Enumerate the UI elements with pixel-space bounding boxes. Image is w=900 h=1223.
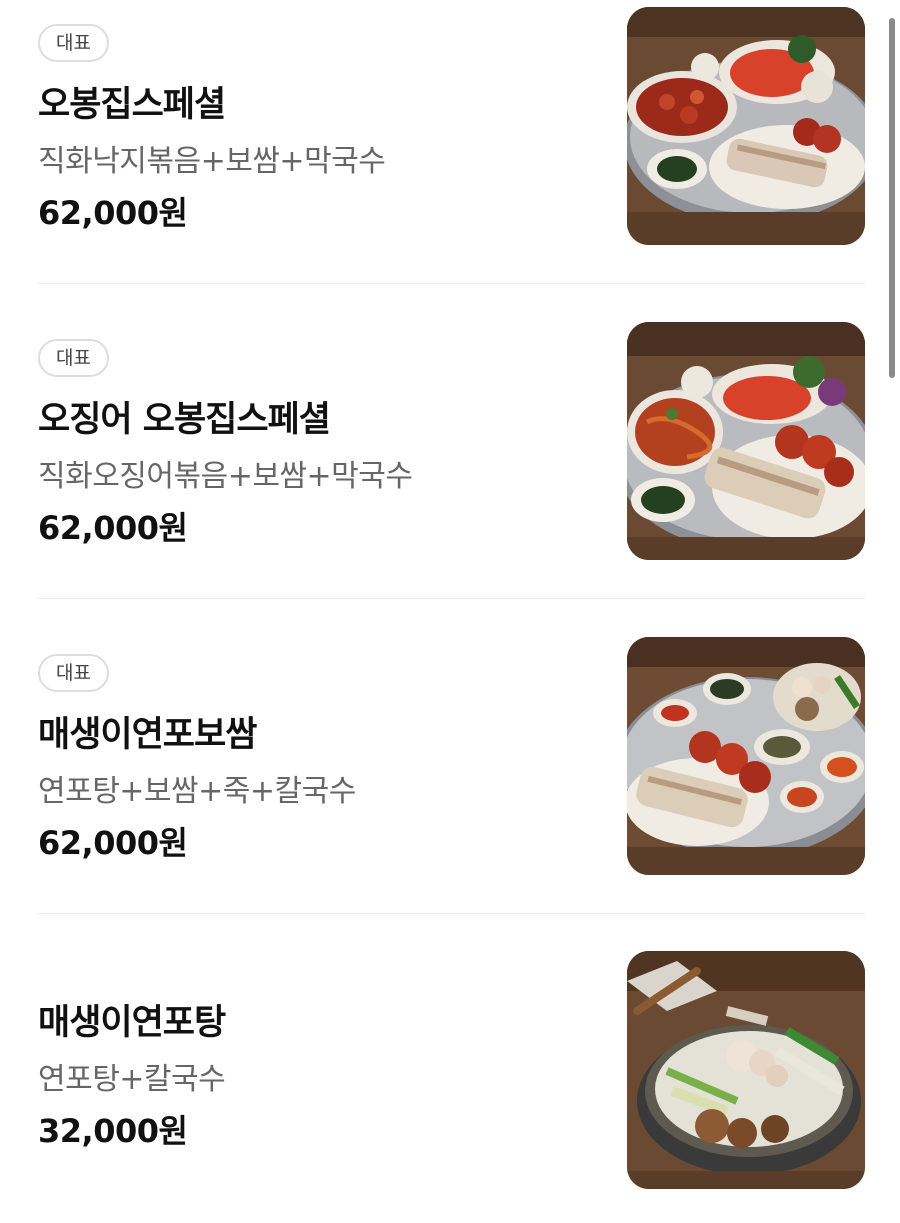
menu-item[interactable]: 대표 오봉집스페셜 직화낙지볶음+보쌈+막국수 62,000원 bbox=[0, 0, 900, 283]
menu-item[interactable]: 대표 오징어 오봉집스페셜 직화오징어볶음+보쌈+막국수 62,000원 bbox=[0, 284, 900, 598]
menu-image[interactable] bbox=[627, 637, 865, 875]
menu-image[interactable] bbox=[627, 322, 865, 560]
menu-price: 32,000원 bbox=[38, 1112, 188, 1150]
menu-image[interactable] bbox=[627, 7, 865, 245]
menu-list: 대표 오봉집스페셜 직화낙지볶음+보쌈+막국수 62,000원 대표 오징어 오… bbox=[0, 0, 900, 1223]
scrollbar[interactable] bbox=[889, 18, 895, 378]
menu-name: 매생이연포보쌈 bbox=[38, 715, 257, 755]
menu-description: 직화오징어볶음+보쌈+막국수 bbox=[38, 459, 413, 494]
menu-price: 62,000원 bbox=[38, 824, 188, 862]
menu-name: 오봉집스페셜 bbox=[38, 85, 226, 125]
food-photo-platter-icon bbox=[627, 7, 865, 245]
menu-price: 62,000원 bbox=[38, 509, 188, 547]
signature-badge: 대표 bbox=[38, 654, 109, 692]
menu-price: 62,000원 bbox=[38, 194, 188, 232]
menu-description: 연포탕+보쌈+죽+칼국수 bbox=[38, 774, 356, 809]
signature-badge: 대표 bbox=[38, 24, 109, 62]
signature-badge: 대표 bbox=[38, 339, 109, 377]
food-photo-platter-icon bbox=[627, 322, 865, 560]
food-photo-platter-icon bbox=[627, 637, 865, 875]
food-photo-hotpot-icon bbox=[627, 951, 865, 1189]
menu-description: 직화낙지볶음+보쌈+막국수 bbox=[38, 144, 386, 179]
menu-name: 오징어 오봉집스페셜 bbox=[38, 400, 331, 440]
menu-item[interactable]: 대표 매생이연포보쌈 연포탕+보쌈+죽+칼국수 62,000원 bbox=[0, 599, 900, 913]
menu-description: 연포탕+칼국수 bbox=[38, 1062, 226, 1097]
menu-image[interactable] bbox=[627, 951, 865, 1189]
menu-item[interactable]: 매생이연포탕 연포탕+칼국수 32,000원 bbox=[0, 914, 900, 1223]
menu-name: 매생이연포탕 bbox=[38, 1003, 226, 1043]
